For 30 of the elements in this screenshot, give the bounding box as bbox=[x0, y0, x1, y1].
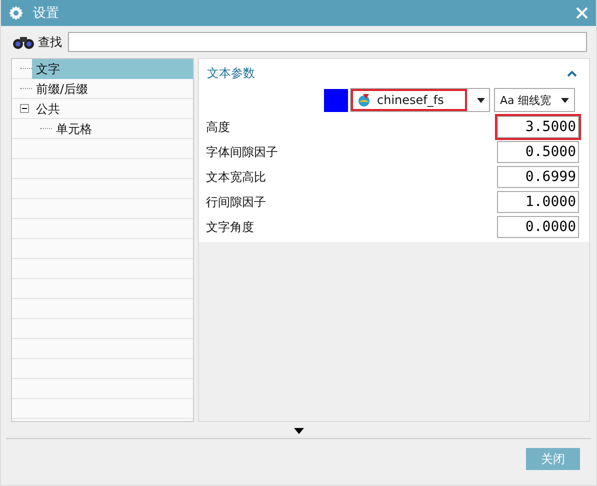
tree-item[interactable]: 公共 bbox=[32, 98, 64, 118]
tree-item[interactable]: 前缀/后缀 bbox=[32, 78, 92, 98]
caret-icon bbox=[477, 98, 485, 102]
number-field[interactable]: 0.5000 bbox=[497, 141, 579, 163]
color-swatch[interactable] bbox=[324, 88, 348, 112]
number-field[interactable]: 1.0000 bbox=[497, 191, 579, 213]
tree-item[interactable]: 单元格 bbox=[52, 118, 96, 138]
field-label: 字体间隙因子 bbox=[206, 144, 278, 160]
search-label: 查找 bbox=[38, 34, 62, 50]
number-field[interactable]: 3.5000 bbox=[497, 116, 579, 138]
expand-icon[interactable] bbox=[294, 428, 304, 434]
binoculars-icon bbox=[12, 34, 36, 50]
field-label: 文字角度 bbox=[206, 218, 254, 236]
field-label: 文本宽高比 bbox=[206, 168, 266, 186]
section-title: 文本参数 bbox=[207, 65, 255, 82]
tree-item[interactable]: 文字 bbox=[32, 59, 193, 78]
field-label: 高度 bbox=[206, 118, 230, 136]
close-icon[interactable] bbox=[576, 7, 588, 19]
settings-icon bbox=[9, 6, 23, 20]
window-title: 设置 bbox=[33, 5, 60, 22]
caret-icon[interactable] bbox=[567, 70, 577, 77]
collapse-icon[interactable] bbox=[20, 104, 32, 113]
font-dropdown[interactable]: chinesef_fs bbox=[350, 88, 490, 112]
globe-icon bbox=[357, 93, 371, 107]
number-field[interactable]: 0.0000 bbox=[497, 216, 579, 238]
caret-icon bbox=[561, 98, 569, 102]
number-field[interactable]: 0.6999 bbox=[497, 166, 579, 188]
search-field[interactable] bbox=[68, 32, 587, 52]
field-label: 行间隙因子 bbox=[206, 194, 266, 210]
line-width-dropdown[interactable]: Aa 细线宽 bbox=[494, 88, 575, 112]
